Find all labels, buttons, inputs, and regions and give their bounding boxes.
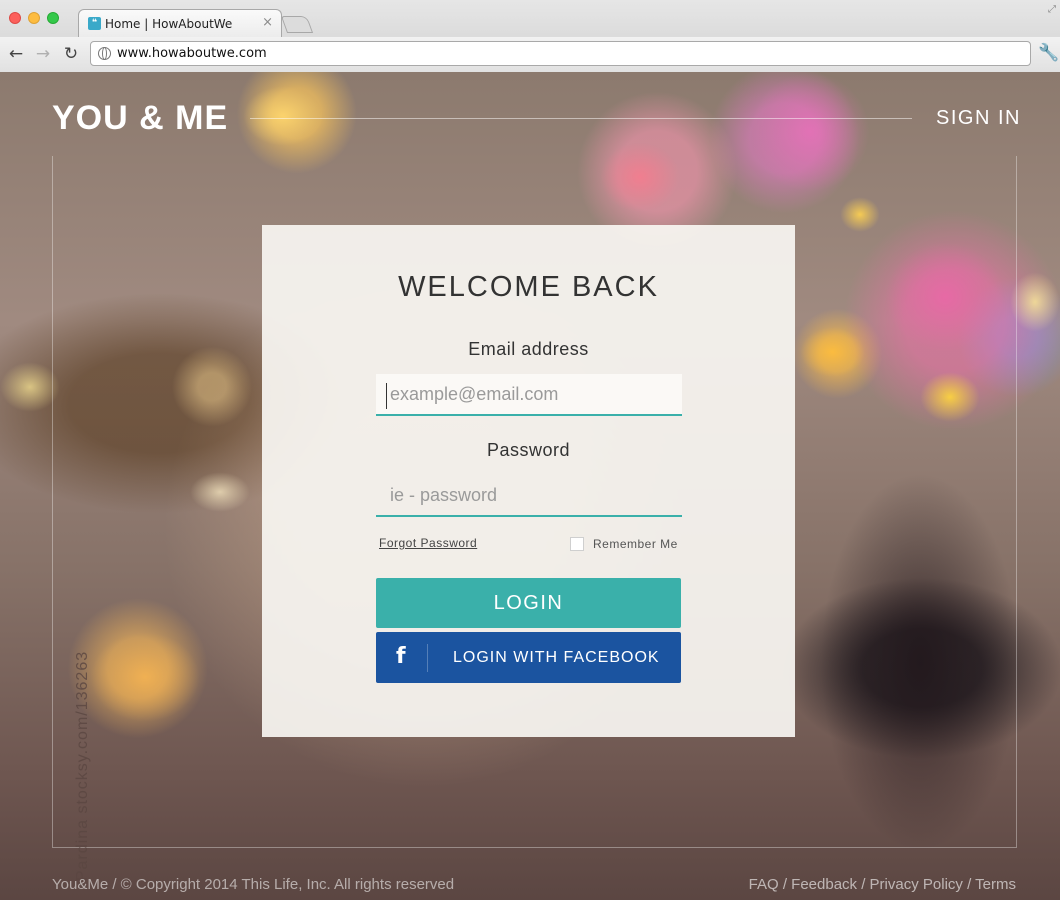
remember-me-checkbox[interactable] [570, 537, 584, 551]
email-field[interactable] [376, 374, 682, 416]
login-button[interactable]: LOGIN [376, 578, 681, 628]
feedback-link[interactable]: Feedback [791, 876, 857, 893]
footer-links: FAQ / Feedback / Privacy Policy / Terms [749, 876, 1016, 893]
zoom-window-button[interactable] [47, 12, 59, 24]
browser-tab[interactable]: ❝ Home | HowAboutWe × [78, 9, 282, 37]
sign-in-link[interactable]: SIGN IN [936, 107, 1021, 130]
forward-icon[interactable]: → [33, 44, 53, 64]
browser-chrome: ❝ Home | HowAboutWe × ⤢ ← → ↻ www.howabo… [0, 0, 1060, 72]
text-caret [386, 383, 387, 409]
bokeh-light [0, 362, 60, 412]
separator: / [861, 876, 870, 893]
copyright-text: You&Me / © Copyright 2014 This Life, Inc… [52, 876, 455, 893]
bokeh-light [243, 86, 323, 146]
address-bar[interactable]: www.howaboutwe.com [90, 41, 1031, 66]
bokeh-light [1010, 272, 1060, 332]
password-label: Password [486, 440, 571, 460]
header-divider [250, 118, 912, 119]
privacy-policy-link[interactable]: Privacy Policy [870, 876, 963, 893]
globe-icon [98, 47, 111, 60]
separator: / [967, 876, 976, 893]
login-title: WELCOME BACK [398, 271, 659, 303]
back-icon[interactable]: ← [6, 44, 26, 64]
wrench-icon[interactable]: 🔧 [1038, 43, 1059, 63]
email-label: Email address [468, 339, 589, 359]
photo-credit: Pardina stocksy.com/136263 [74, 650, 92, 882]
facebook-icon: f [396, 644, 406, 669]
faq-link[interactable]: FAQ [749, 876, 779, 893]
facebook-login-label: LOGIN WITH FACEBOOK [453, 649, 660, 666]
facebook-login-button[interactable]: f LOGIN WITH FACEBOOK [376, 632, 681, 683]
separator: / [782, 876, 792, 893]
new-tab-button[interactable] [280, 16, 314, 33]
fullscreen-icon[interactable]: ⤢ [1048, 4, 1056, 15]
tab-close-icon[interactable]: × [262, 15, 273, 30]
divider [427, 644, 428, 672]
logo[interactable]: YOU & ME [52, 99, 228, 138]
tab-title: Home | HowAboutWe [105, 17, 233, 31]
terms-link[interactable]: Terms [975, 876, 1016, 893]
minimize-window-button[interactable] [28, 12, 40, 24]
window-controls [9, 12, 59, 24]
reload-icon[interactable]: ↻ [61, 44, 81, 64]
page-background: YOU & ME SIGN IN Pardina stocksy.com/136… [0, 72, 1060, 900]
url-text: www.howaboutwe.com [117, 46, 267, 61]
forgot-password-link[interactable]: Forgot Password [379, 536, 477, 550]
password-field[interactable] [376, 475, 682, 517]
remember-me-label[interactable]: Remember Me [593, 537, 678, 551]
favicon-icon: ❝ [88, 17, 101, 30]
close-window-button[interactable] [9, 12, 21, 24]
browser-toolbar: ← → ↻ www.howaboutwe.com 🔧 [0, 37, 1060, 72]
login-card: WELCOME BACK Email address Password Forg… [262, 225, 795, 737]
